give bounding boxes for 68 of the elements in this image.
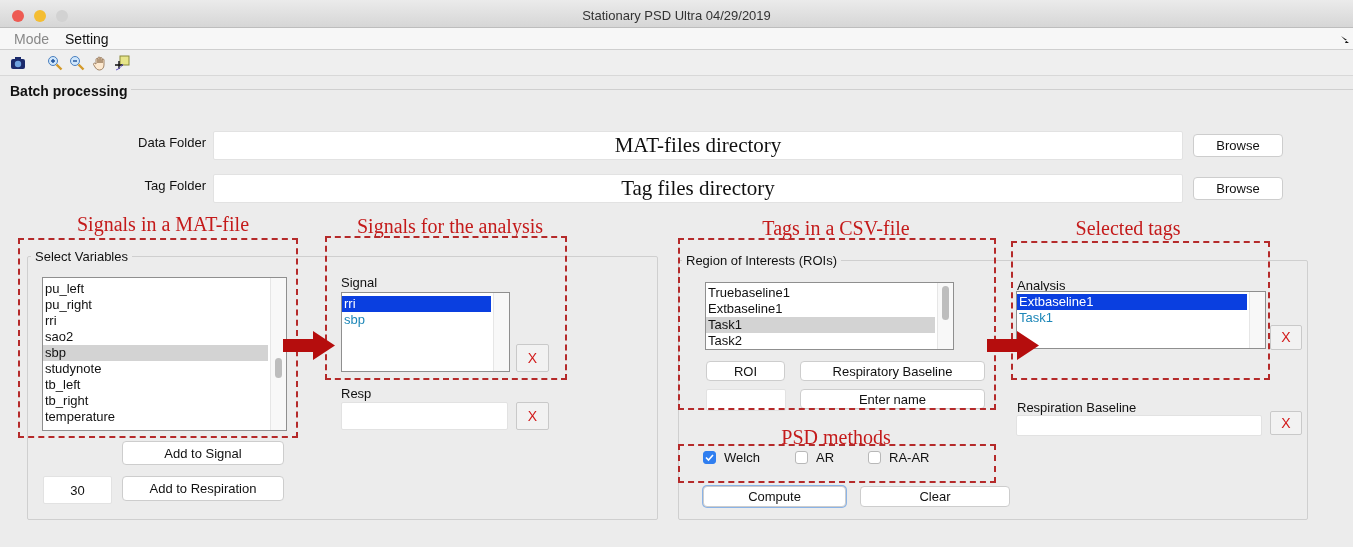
clear-button[interactable]: X — [1270, 411, 1302, 435]
respiratory-baseline-button[interactable]: Respiratory Baseline — [800, 361, 985, 381]
zoom-in-icon[interactable] — [46, 54, 63, 71]
list-item[interactable]: pu_left — [43, 281, 268, 297]
clear-button[interactable]: Clear — [860, 486, 1010, 507]
window-field[interactable]: 30 — [43, 476, 112, 504]
clear-button[interactable]: X — [516, 344, 549, 372]
enter-name-button[interactable]: Enter name — [800, 389, 985, 409]
resp-field[interactable] — [341, 402, 508, 430]
list-item[interactable]: rri — [43, 313, 268, 329]
list-item[interactable]: tb_left — [43, 377, 268, 393]
list-item[interactable]: studynote — [43, 361, 268, 377]
window-title: Stationary PSD Ultra 04/29/2019 — [581, 7, 772, 25]
compute-button[interactable]: Compute — [703, 486, 846, 507]
list-item[interactable]: temperature — [43, 409, 268, 425]
list-item[interactable]: tb_right — [43, 393, 268, 409]
list-item[interactable]: Task2 — [706, 333, 935, 349]
annotation-label: PSD methods — [781, 425, 891, 450]
list-item[interactable]: sbp — [43, 345, 268, 361]
field-label: Signal — [341, 274, 378, 292]
field-label: Respiration Baseline — [1017, 399, 1137, 417]
list-item[interactable]: sao2 — [43, 329, 268, 345]
window-button[interactable] — [12, 10, 24, 22]
add-to-signal-button[interactable]: Add to Signal — [122, 441, 284, 465]
roi-button[interactable]: ROI — [706, 361, 785, 381]
clear-button[interactable]: X — [1270, 325, 1302, 350]
list-item[interactable]: Task1 — [1017, 310, 1247, 326]
hand-icon[interactable] — [91, 54, 108, 71]
annotation-label: Tags in a CSV-file — [762, 216, 910, 242]
list-item[interactable]: Truebaseline1 — [706, 285, 935, 301]
annotation-label: Selected tags — [1075, 216, 1181, 242]
scrollbar[interactable] — [1249, 292, 1265, 348]
annotation-label: Signals in a MAT-file — [77, 212, 249, 238]
arrow-icon — [283, 331, 335, 360]
scrollbar[interactable] — [937, 283, 953, 349]
clear-button[interactable]: X — [516, 402, 549, 430]
folder-field[interactable]: MAT-files directory — [213, 131, 1183, 160]
annotation-label: Signals for the analysis — [356, 214, 544, 240]
checkbox-label: AR — [816, 449, 835, 467]
checkbox[interactable] — [868, 451, 881, 465]
field-label: Analysis — [1017, 277, 1066, 295]
list-item[interactable]: Extbaseline1 — [1017, 294, 1247, 310]
list-item[interactable]: sbp — [342, 312, 491, 328]
browse-button[interactable]: Browse — [1193, 177, 1283, 200]
field-label: Data Folder — [137, 134, 206, 152]
arrow-icon — [987, 331, 1039, 360]
list-item[interactable]: pu_right — [43, 297, 268, 313]
checkbox-label: Welch — [724, 449, 760, 467]
camera-icon[interactable] — [10, 54, 26, 71]
data-cursor-icon[interactable] — [114, 54, 130, 71]
checkbox-label: RA-AR — [889, 449, 930, 467]
folder-field[interactable]: Tag files directory — [213, 174, 1183, 203]
field-label: Resp — [341, 385, 372, 403]
zoom-out-icon[interactable] — [69, 54, 85, 71]
add-to-respiration-button[interactable]: Add to Respiration — [122, 476, 284, 501]
scrollbar[interactable] — [493, 293, 509, 371]
field-label: Tag Folder — [143, 177, 206, 195]
list-item[interactable]: rri — [342, 296, 491, 312]
list-item[interactable]: Extbaseline1 — [706, 301, 935, 317]
menu-item[interactable]: Setting — [65, 27, 109, 50]
window-button[interactable] — [34, 10, 46, 22]
browse-button[interactable]: Browse — [1193, 134, 1283, 157]
checkbox[interactable] — [795, 451, 808, 465]
name-field[interactable] — [706, 389, 786, 411]
checkbox[interactable] — [703, 451, 716, 465]
scrollbar[interactable] — [270, 278, 286, 430]
list-item[interactable]: Task1 — [706, 317, 935, 333]
respiration-baseline-field[interactable] — [1016, 415, 1262, 436]
